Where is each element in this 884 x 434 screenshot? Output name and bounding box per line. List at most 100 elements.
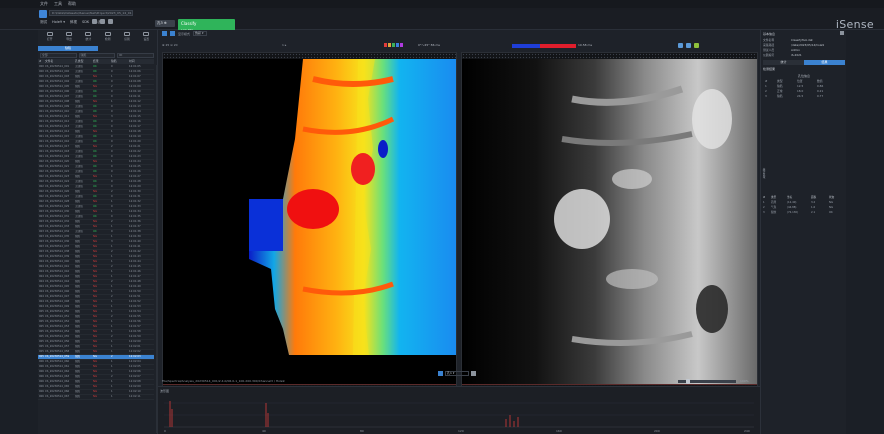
row-defects: 1: [111, 100, 113, 103]
zoom-readout[interactable]: ⊕ 25 ⊖ 20: [162, 43, 178, 47]
page-number[interactable]: 1 ▸: [282, 43, 286, 47]
display-mode-select[interactable]: 伪彩 ▾: [193, 31, 208, 36]
row-result: NG: [93, 85, 97, 88]
mode-tab-sdk[interactable]: SDK: [82, 20, 89, 25]
row-filename: CS_20230514_004: [45, 80, 70, 83]
palette-orange-icon[interactable]: [388, 43, 391, 47]
row-filename: CS_20230514_067: [45, 395, 70, 398]
color-scale-bar[interactable]: [512, 44, 576, 48]
col-type[interactable]: 孔类型: [74, 59, 92, 64]
palette-purple-icon[interactable]: [400, 43, 403, 47]
row-result: NG: [93, 315, 97, 318]
table-row[interactable]: 0067CS_20230514_067缺陷NG112:02:11: [38, 395, 154, 400]
row-type: 缺陷: [75, 370, 81, 373]
hole-select[interactable]: 孔3 ⊕: [155, 20, 175, 27]
detect-button[interactable]: 检测: [98, 32, 117, 44]
row-defects: 0: [111, 120, 113, 123]
row-filename: CS_20230514_007: [45, 95, 70, 98]
row-filename: CS_20230514_006: [45, 90, 70, 93]
mode-tab-test[interactable]: 测试: [40, 20, 47, 25]
filter-defect[interactable]: 缺陷: [78, 53, 116, 58]
menu-file[interactable]: 文件: [40, 1, 48, 7]
row-defects: 0: [111, 150, 113, 153]
dropdown-icon[interactable]: [108, 19, 113, 24]
palette-green-icon[interactable]: [392, 43, 395, 47]
row-defects: 1: [111, 160, 113, 163]
menu-tools[interactable]: 工具: [54, 1, 62, 7]
row-time: 12:01:30: [129, 190, 141, 193]
pan-tool-icon[interactable]: [170, 31, 175, 36]
col-time[interactable]: 时间: [128, 59, 150, 64]
waveform-panel[interactable]: 波形图 0 40 80 120 160 200 240: [158, 386, 760, 434]
layers-icon[interactable]: [694, 43, 699, 48]
row-result: NG: [93, 235, 97, 238]
row-defects: 1: [111, 210, 113, 213]
row-filename: CS_20230514_011: [45, 115, 70, 118]
zoom-slider-handle[interactable]: [686, 379, 690, 384]
row-result: NG: [93, 270, 97, 273]
refresh-icon[interactable]: [471, 371, 476, 376]
row-filename: CS_20230514_046: [45, 290, 70, 293]
stats-button[interactable]: 统计: [79, 32, 98, 44]
row-result: NG: [93, 245, 97, 248]
col-result[interactable]: 结果: [92, 59, 110, 64]
mode-tab-angle[interactable]: 斜视: [70, 20, 77, 25]
row-defects: 0: [111, 110, 113, 113]
filter-all[interactable]: 全部: [40, 53, 77, 58]
export-button[interactable]: 导出: [59, 32, 78, 44]
row-result: NG: [93, 75, 97, 78]
mode-tab-hole[interactable]: Hole9 ▾: [52, 20, 65, 25]
palette-red-icon[interactable]: [384, 43, 387, 47]
open-button[interactable]: 打开: [40, 32, 59, 44]
row-type: 缺陷: [75, 305, 81, 308]
row-defects: 1: [111, 305, 113, 308]
hole-icon[interactable]: [438, 371, 443, 376]
row-filename: CS_20230514_048: [45, 300, 70, 303]
amplitude-pane[interactable]: [461, 52, 758, 392]
menu-help[interactable]: 帮助: [68, 1, 76, 7]
tab-results[interactable]: 结果: [804, 60, 845, 65]
zoom-slider[interactable]: [678, 379, 736, 384]
row-result: NG: [93, 255, 97, 258]
tab-statistics[interactable]: 统计: [763, 60, 804, 65]
camera-icon[interactable]: [686, 43, 691, 48]
row-result: OK: [93, 105, 97, 108]
grid-icon[interactable]: [678, 43, 683, 48]
project-path-field[interactable]: D:\Data\Datasets\iSense\Test\Project\202…: [49, 10, 133, 16]
collapse-icon[interactable]: [840, 31, 844, 35]
table-row[interactable]: 3 缺陷 24.5 0.77: [765, 94, 843, 99]
row-filename: CS_20230514_041: [45, 265, 70, 268]
hole-dropdown[interactable]: 孔1 ▾: [445, 371, 469, 376]
row-result: OK: [93, 205, 97, 208]
row-time: 12:02:09: [129, 385, 141, 388]
select-tool-icon[interactable]: [162, 31, 167, 36]
row-filename: CS_20230514_061: [45, 365, 70, 368]
tab-other[interactable]: [98, 46, 158, 51]
row-time: 12:01:29: [129, 185, 141, 188]
heatmap-pane[interactable]: [162, 52, 457, 392]
col-filename[interactable]: 文件名: [44, 59, 74, 64]
row-time: 12:01:07: [129, 75, 141, 78]
row-time: 12:01:49: [129, 285, 141, 288]
zoom-percent: 100%: [740, 379, 749, 383]
row-result: NG: [93, 350, 97, 353]
filter-id[interactable]: ID: [117, 53, 155, 58]
col-defects[interactable]: 缺陷: [110, 59, 128, 64]
recognize-button[interactable]: 识别: [117, 32, 136, 44]
row-result: NG: [93, 265, 97, 268]
row-filename: CS_20230514_050: [45, 310, 70, 313]
brush-icon[interactable]: [100, 19, 105, 24]
settings-button[interactable]: 设置: [137, 32, 156, 44]
pen-icon[interactable]: [92, 19, 97, 24]
tab-defects[interactable]: 缺陷: [38, 46, 98, 51]
row-defects: 1: [111, 245, 113, 248]
table-row[interactable]: 3 裂纹 (72,130) 2.1 OK: [763, 210, 845, 215]
row-defects: 1: [111, 260, 113, 263]
row-filename: CS_20230514_024: [45, 180, 70, 183]
row-defects: 0: [111, 140, 113, 143]
row-result: NG: [93, 360, 97, 363]
palette-blue-icon[interactable]: [396, 43, 399, 47]
row-result: NG: [93, 220, 97, 223]
row-filename: CS_20230514_001: [45, 65, 70, 68]
row-time: 12:01:20: [129, 140, 141, 143]
